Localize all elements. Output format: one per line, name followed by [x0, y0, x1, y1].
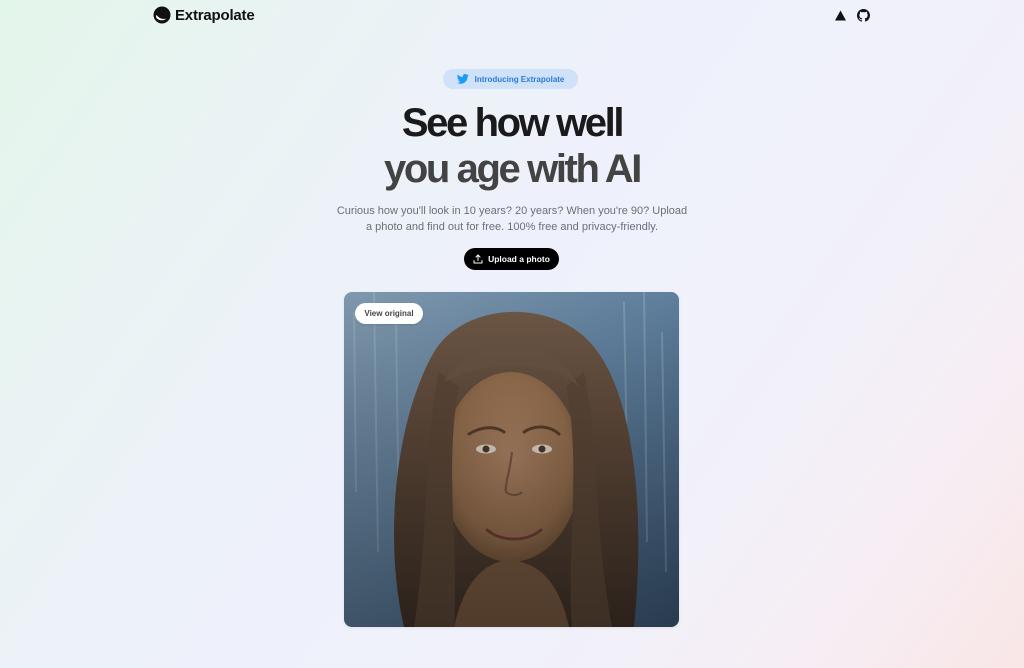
twitter-bird-icon [456, 74, 469, 84]
brand-link[interactable]: Extrapolate [153, 6, 255, 24]
view-original-button[interactable]: View original [355, 303, 423, 324]
announcement-pill[interactable]: Introducing Extrapolate [443, 69, 578, 89]
upload-icon [473, 254, 483, 264]
github-icon[interactable] [857, 9, 870, 22]
vercel-triangle-icon[interactable] [834, 9, 847, 22]
hero-headline: See how well you age with AI [0, 100, 1024, 192]
upload-button-label: Upload a photo [488, 254, 550, 264]
hero-subtitle: Curious how you'll look in 10 years? 20 … [336, 205, 688, 233]
extrapolate-logo-icon [153, 6, 171, 24]
brand-name: Extrapolate [175, 6, 255, 24]
nav-icon-group [834, 9, 870, 22]
aged-portrait-image [344, 292, 679, 627]
headline-line-1: See how well [401, 101, 625, 145]
announcement-label: Introducing Extrapolate [474, 74, 565, 84]
upload-photo-button[interactable]: Upload a photo [464, 248, 559, 270]
headline-line-2: you age with AI [384, 147, 642, 191]
top-nav: Extrapolate [0, 0, 1024, 32]
